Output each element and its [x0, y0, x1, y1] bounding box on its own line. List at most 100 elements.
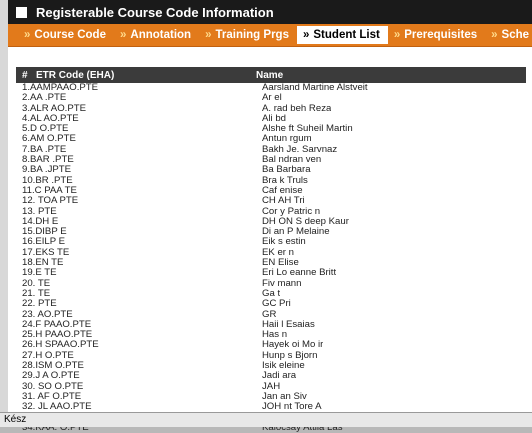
cell-name: Haii l Esaias [262, 319, 315, 330]
cell-name: JAH [262, 381, 281, 392]
table-row[interactable]: 9.BA .JPTE Ba Barbara [16, 165, 526, 175]
table-row[interactable]: 25.H PAAO.PTE Has n [16, 330, 526, 340]
table-row[interactable]: 21. TE Ga t [16, 289, 526, 299]
table-row[interactable]: 3.ALR AO.PTE A. rad beh Reza [16, 104, 526, 114]
window-title: Registerable Course Code Information [36, 4, 274, 20]
cell-name: Bakh Je. Sarvnaz [262, 144, 338, 155]
cell-name: Bra k Truls [262, 175, 308, 186]
tab-label: Student List [313, 29, 380, 41]
table-row[interactable]: 23. AO.PTE GR [16, 310, 526, 320]
cell-code: 7.BA .PTE [22, 144, 67, 155]
table-row[interactable]: 18.EN TE EN Elise [16, 258, 526, 268]
header-name: Name [256, 69, 284, 81]
table-row[interactable]: 31. AF O.PTE Jan an Siv [16, 392, 526, 402]
cell-code: 26.H SPAAO.PTE [22, 340, 99, 351]
table-row[interactable]: 4.AL AO.PTE Ali bd [16, 114, 526, 124]
table-row[interactable]: 22. PTE GC Pri [16, 299, 526, 309]
cell-name: Cor y Patric n [262, 206, 321, 217]
tab-sche[interactable]: » Sche [485, 26, 532, 44]
table-row[interactable]: 2.AA .PTE Ar el [16, 93, 526, 103]
cell-code: 13. PTE [22, 206, 57, 217]
cell-name: Aarsland Martine Alstveit [262, 83, 368, 93]
cell-code: 28.ISM O.PTE [22, 361, 84, 372]
table-row[interactable]: 30. SO O.PTE JAH [16, 382, 526, 392]
tab-label: Annotation [130, 29, 192, 41]
tab-label: Prerequisites [404, 29, 478, 41]
tab-bar: » Course Code» Annotation» Training Prgs» St… [8, 24, 532, 47]
status-bar: Kész [0, 412, 532, 427]
cell-code: 8.BAR .PTE [22, 155, 74, 166]
student-table: # ETR Code (EHA) Name 1.AAMPAAO.PTE Aarsl… [16, 67, 526, 433]
table-row[interactable]: 15.DIBP E Di an P Melaine [16, 227, 526, 237]
table-row[interactable]: 20. TE Fiv mann [16, 279, 526, 289]
cell-name: JOH nt Tore A [262, 402, 322, 413]
cell-code: 4.AL AO.PTE [22, 113, 79, 124]
cell-code: 30. SO O.PTE [22, 381, 84, 392]
cell-name: Ali bd [262, 113, 286, 124]
cell-code: 25.H PAAO.PTE [22, 330, 93, 341]
left-background-strip [0, 0, 8, 426]
table-row[interactable]: 10.BR .PTE Bra k Truls [16, 176, 526, 186]
cell-code: 5.D O.PTE [22, 124, 69, 135]
tab-course-code[interactable]: » Course Code [18, 26, 114, 44]
cell-name: CH AH Tri [262, 196, 305, 207]
cell-code: 9.BA .JPTE [22, 165, 72, 176]
chevron-right-icon: » [119, 29, 127, 41]
cell-code: 29.J A O.PTE [22, 371, 80, 382]
cell-name: Bal ndran ven [262, 155, 322, 166]
table-row[interactable]: 17.EKS TE EK er n [16, 248, 526, 258]
table-row[interactable]: 24.F PAAO.PTE Haii l Esaias [16, 320, 526, 330]
header-num: # [22, 69, 28, 81]
cell-name: Hayek oi Mo ir [262, 340, 324, 351]
cell-name: Caf enise [262, 185, 303, 196]
table-row[interactable]: 32. JL AAO.PTE JOH nt Tore A [16, 402, 526, 412]
title-bar: Registerable Course Code Information [8, 0, 532, 24]
course-info-window: Registerable Course Code Information » Co… [8, 0, 532, 433]
cell-name: GR [262, 309, 277, 320]
status-text: Kész [4, 414, 27, 425]
table-row[interactable]: 28.ISM O.PTE Isik eleine [16, 361, 526, 371]
table-row[interactable]: 12. TOA PTE CH AH Tri [16, 196, 526, 206]
table-row[interactable]: 14.DH E DH ON S deep Kaur [16, 217, 526, 227]
table-row[interactable]: 19.E TE Eri Lo eanne Britt [16, 268, 526, 278]
cell-name: EK er n [262, 247, 294, 258]
table-row[interactable]: 8.BAR .PTE Bal ndran ven [16, 155, 526, 165]
tab-student-list[interactable]: » Student List [296, 26, 388, 44]
cell-code: 6.AM O.PTE [22, 134, 76, 145]
cell-code: 14.DH E [22, 216, 59, 227]
content-spacer [8, 47, 532, 67]
tab-annotation[interactable]: » Annotation [114, 26, 199, 44]
table-row[interactable]: 29.J A O.PTE Jadi ara [16, 371, 526, 381]
tab-prerequisites[interactable]: » Prerequisites [388, 26, 485, 44]
table-row[interactable]: 26.H SPAAO.PTE Hayek oi Mo ir [16, 340, 526, 350]
cell-name: Eik s estin [262, 237, 306, 248]
cell-name: DH ON S deep Kaur [262, 216, 349, 227]
tab-label: Course Code [34, 29, 106, 41]
cell-name: Antun rgum [262, 134, 312, 145]
table-row[interactable]: 7.BA .PTE Bakh Je. Sarvnaz [16, 145, 526, 155]
table-header: # ETR Code (EHA) Name [16, 67, 526, 83]
cell-name: Alshe ft Suheil Martin [262, 124, 353, 135]
cell-name: Ga t [262, 288, 281, 299]
table-row[interactable]: 16.EILP E Eik s estin [16, 237, 526, 247]
cell-code: 2.AA .PTE [22, 93, 67, 104]
cell-name: Ar el [262, 93, 282, 104]
cell-code: 11.C PAA TE [22, 185, 77, 196]
table-row[interactable]: 5.D O.PTE Alshe ft Suheil Martin [16, 124, 526, 134]
cell-code: 21. TE [22, 288, 51, 299]
cell-code: 20. TE [22, 278, 51, 289]
tab-training-prgs[interactable]: » Training Prgs [199, 26, 297, 44]
cell-name: EN Elise [262, 258, 299, 269]
table-row[interactable]: 6.AM O.PTE Antun rgum [16, 134, 526, 144]
table-row[interactable]: 1.AAMPAAO.PTE Aarsland Martine Alstveit [16, 83, 526, 93]
table-row[interactable]: 27.H O.PTE Hunp s Bjorn [16, 351, 526, 361]
cell-name: Ba Barbara [262, 165, 311, 176]
table-body: 1.AAMPAAO.PTE Aarsland Martine Alstveit 2.… [16, 83, 526, 433]
table-row[interactable]: 13. PTE Cor y Patric n [16, 207, 526, 217]
table-row[interactable]: 11.C PAA TE Caf enise [16, 186, 526, 196]
cell-code: 15.DIBP E [22, 227, 67, 238]
cell-code: 3.ALR AO.PTE [22, 103, 86, 114]
cell-code: 17.EKS TE [22, 247, 70, 258]
cell-code: 16.EILP E [22, 237, 66, 248]
cell-name: A. rad beh Reza [262, 103, 332, 114]
